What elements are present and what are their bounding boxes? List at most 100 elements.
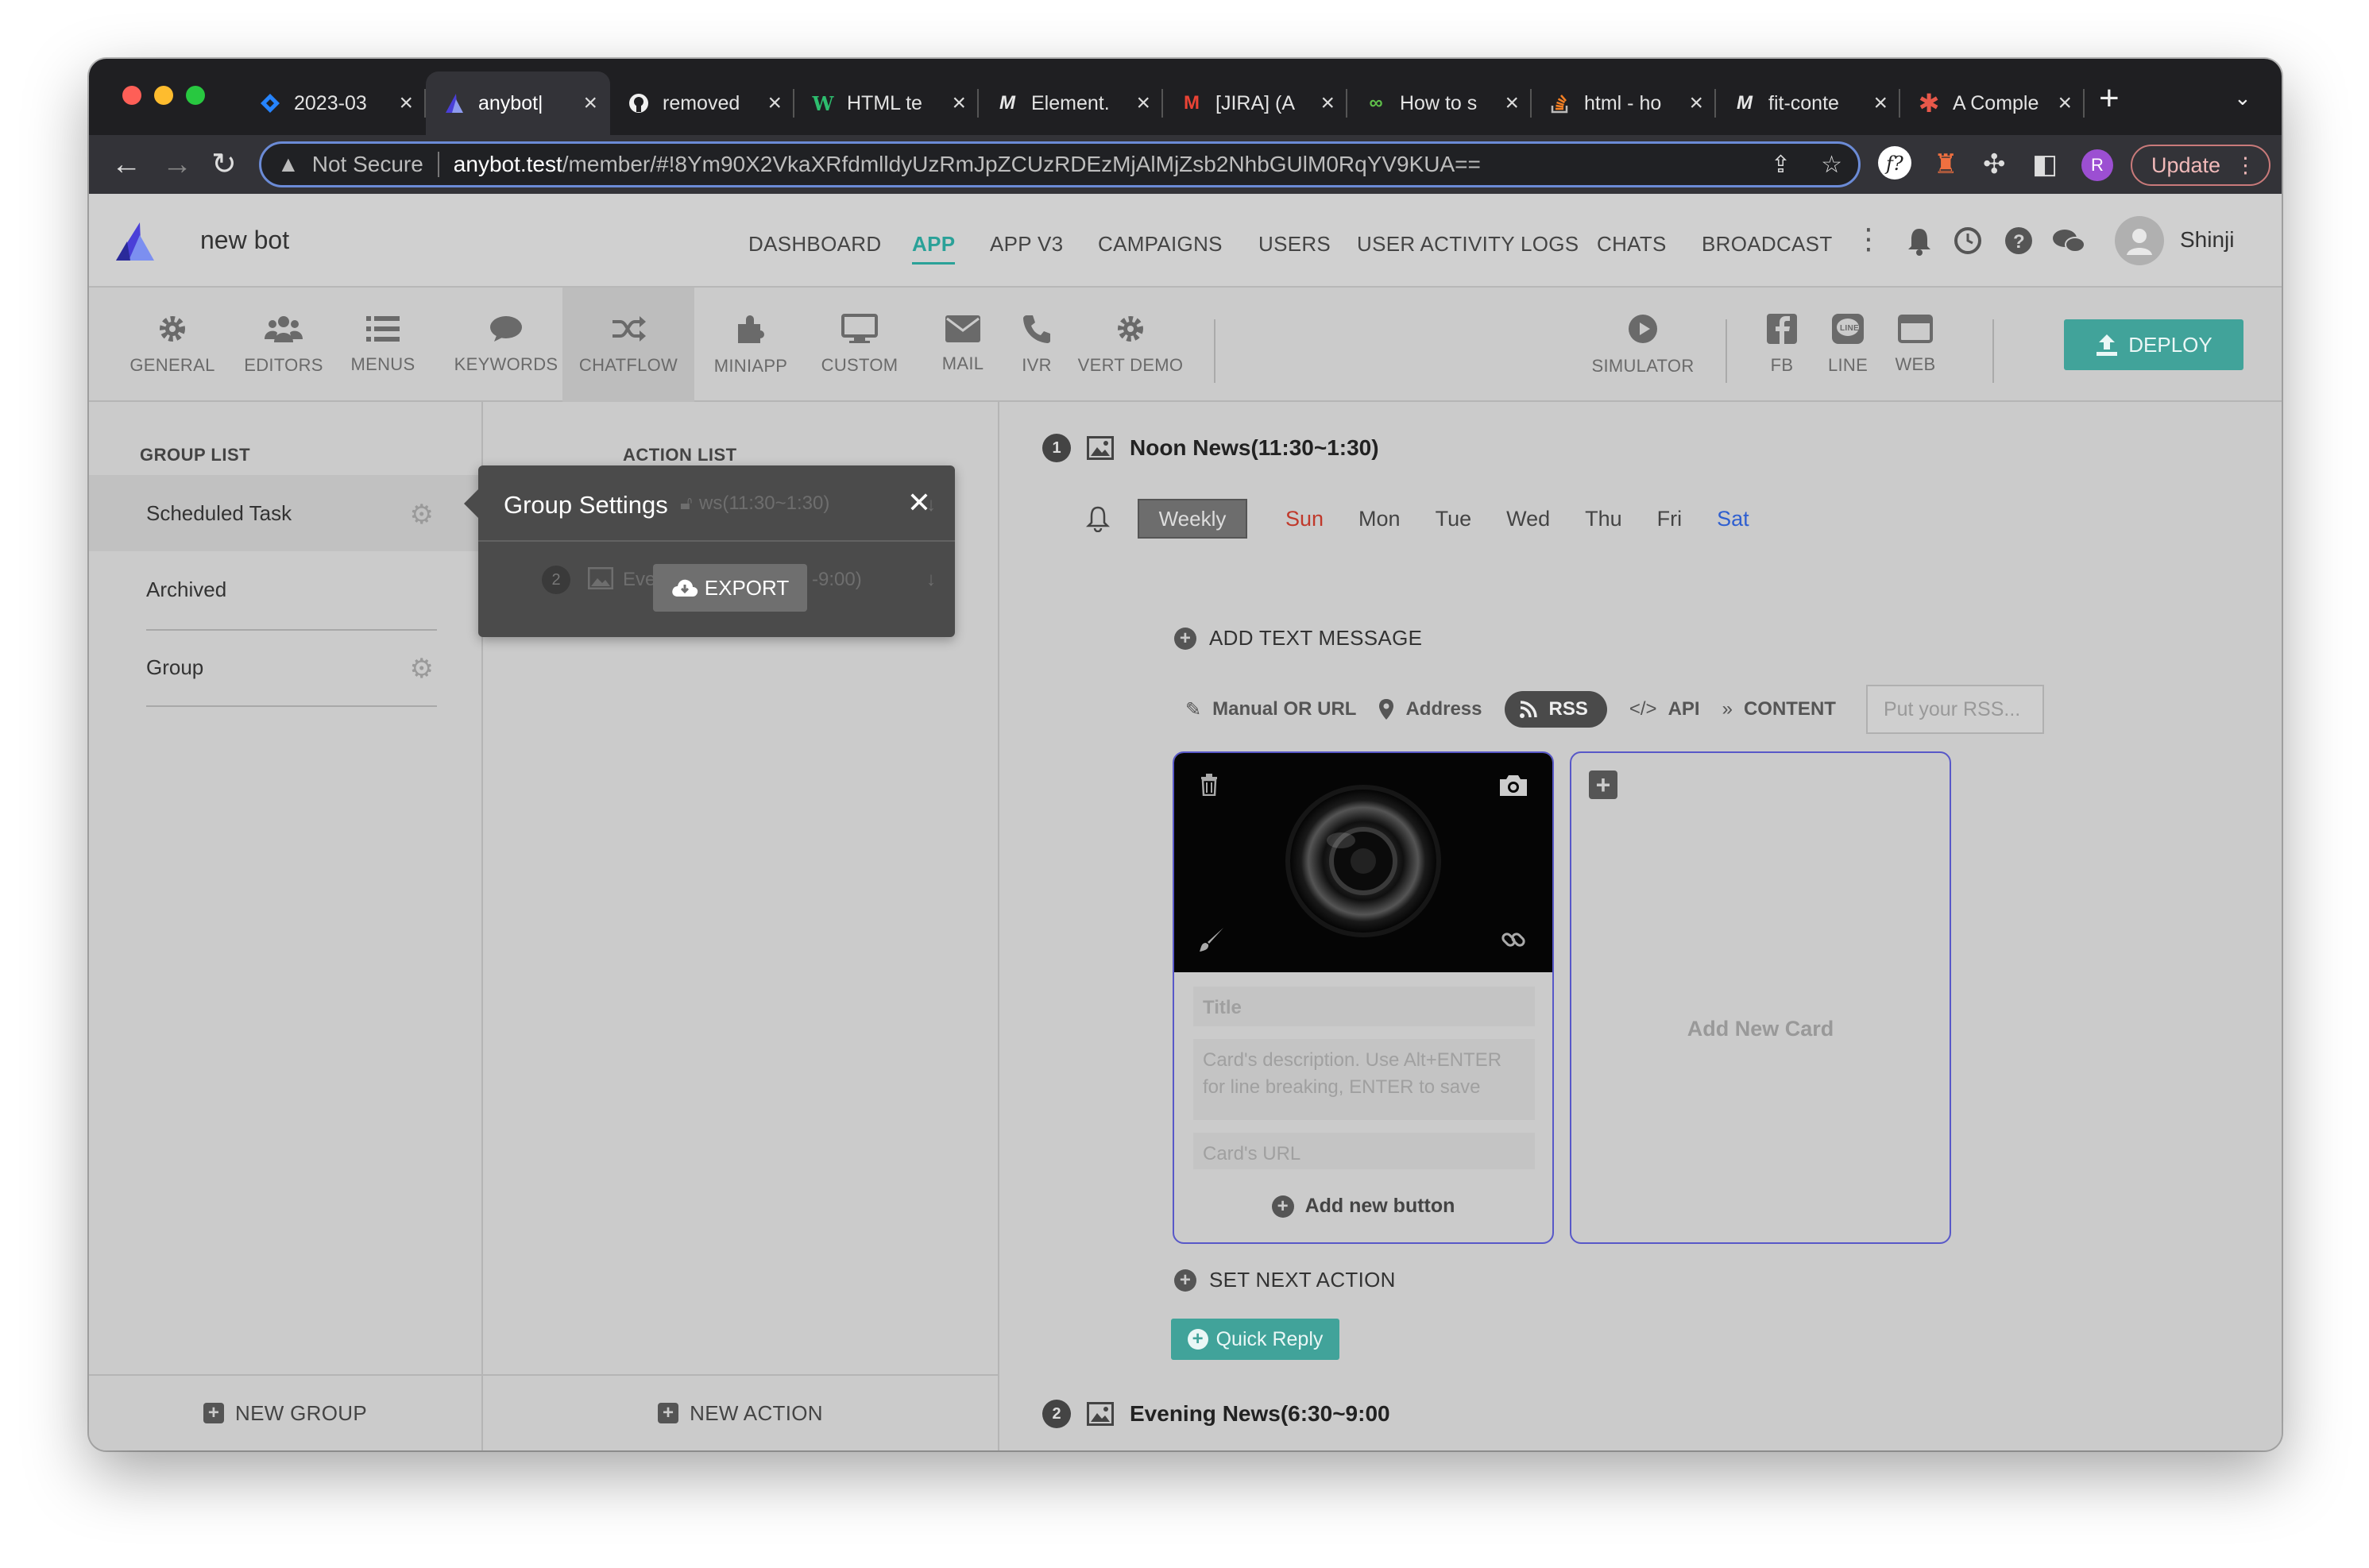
day-wed[interactable]: Wed [1506,507,1550,531]
source-content[interactable]: » CONTENT [1722,698,1836,720]
chat-bubbles-icon[interactable] [2051,227,2086,263]
anybot-logo-icon[interactable] [113,221,156,266]
day-thu[interactable]: Thu [1585,507,1622,531]
tool-simulator[interactable]: SIMULATOR [1579,288,1706,402]
tool-vert-demo[interactable]: VERT DEMO [1071,288,1190,402]
tool-editors[interactable]: EDITORS [240,288,327,402]
tool-fb[interactable]: FB [1762,288,1802,402]
source-rss[interactable]: RSS [1504,691,1607,728]
tool-keywords[interactable]: KEYWORDS [446,288,566,402]
minimize-window-button[interactable] [154,86,173,105]
weekly-toggle[interactable]: Weekly [1138,499,1247,539]
user-avatar[interactable] [2115,216,2164,265]
add-new-card[interactable]: + Add New Card [1570,751,1951,1244]
close-icon[interactable]: ✕ [907,486,931,519]
more-vertical-icon[interactable]: ⋮ [1854,222,1883,256]
gear-icon[interactable]: ⚙ [410,499,434,531]
trash-icon[interactable] [1200,774,1219,801]
close-tab-icon[interactable]: × [1136,90,1150,117]
puzzle-extensions-icon[interactable]: ✣ [1983,148,2006,181]
nav-app[interactable]: APP [912,232,956,265]
gear-icon[interactable]: ⚙ [410,653,434,685]
rss-url-input[interactable]: Put your RSS... [1865,685,2044,734]
bell-icon[interactable] [1085,505,1111,532]
browser-tab[interactable]: W HTML te × [794,71,979,135]
browser-tab-active[interactable]: anybot| × [426,71,610,135]
tool-general[interactable]: GENERAL [129,288,214,402]
tool-chatflow[interactable]: CHATFLOW [562,288,694,402]
address-bar[interactable]: ▲ Not Secure anybot.test/member/#!8Ym90X… [259,141,1861,187]
quick-reply-button[interactable]: + Quick Reply [1171,1319,1339,1360]
paintbrush-icon[interactable] [1198,926,1225,957]
help-icon[interactable]: ? [2004,226,2034,263]
action-header[interactable]: 1 Noon News(11:30~1:30) [1042,434,1379,462]
bookmark-star-icon[interactable]: ☆ [1821,151,1842,179]
fx-extension-icon[interactable]: f? [1876,145,1913,189]
new-action-button[interactable]: + NEW ACTION [483,1374,998,1450]
browser-tab[interactable]: 2023-03 × [242,71,426,135]
close-window-button[interactable] [122,86,141,105]
reload-icon[interactable]: ↻ [211,145,237,184]
day-mon[interactable]: Mon [1358,507,1401,531]
action-header[interactable]: 2 Evening News(6:30~9:00 [1042,1400,1390,1428]
new-tab-button[interactable]: + [2099,81,2120,116]
nav-broadcast[interactable]: BROADCAST [1702,232,1833,257]
card-url-input[interactable]: Card's URL [1193,1133,1535,1169]
sidebar-toggle-icon[interactable]: ◧ [2032,148,2058,181]
source-manual-url[interactable]: ✎ Manual OR URL [1185,698,1356,721]
browser-tab[interactable]: removed × [610,71,794,135]
browser-tab[interactable]: M [JIRA] (A × [1163,71,1347,135]
source-address[interactable]: Address [1378,698,1482,720]
close-tab-icon[interactable]: × [1505,90,1519,117]
day-sun[interactable]: Sun [1285,507,1324,531]
nav-users[interactable]: USERS [1258,232,1331,257]
tool-menus[interactable]: MENUS [343,288,423,402]
group-item-group[interactable]: Group ⚙ [89,629,483,705]
profile-avatar[interactable]: R [2081,149,2113,181]
clock-icon[interactable] [1953,226,1983,263]
tab-search-chevron-icon[interactable]: ⌄ [2234,86,2251,110]
maximize-window-button[interactable] [186,86,205,105]
add-text-message-button[interactable]: + ADD TEXT MESSAGE [1174,626,1422,651]
forward-arrow-icon[interactable]: → [162,145,192,184]
close-tab-icon[interactable]: × [952,90,966,117]
close-tab-icon[interactable]: × [767,90,782,117]
nav-campaigns[interactable]: CAMPAIGNS [1098,232,1223,257]
set-next-action-button[interactable]: + SET NEXT ACTION [1174,1268,1396,1292]
tool-mail[interactable]: MAIL [931,288,995,402]
link-chain-icon[interactable] [1500,926,1527,957]
user-name[interactable]: Shinji [2180,227,2234,253]
camera-icon[interactable] [1498,774,1528,801]
close-tab-icon[interactable]: × [1689,90,1703,117]
group-item-archived[interactable]: Archived [89,551,483,628]
nav-chats[interactable]: CHATS [1597,232,1667,257]
deploy-button[interactable]: DEPLOY [2064,319,2243,370]
browser-tab[interactable]: html - ho × [1532,71,1716,135]
source-api[interactable]: </> API [1629,698,1700,720]
browser-tab[interactable]: M Element. × [979,71,1163,135]
tool-ivr[interactable]: IVR [1011,288,1063,402]
extension-icon[interactable]: ♜ [1934,148,1957,181]
close-tab-icon[interactable]: × [583,90,597,117]
close-tab-icon[interactable]: × [1873,90,1888,117]
export-button[interactable]: EXPORT [653,564,807,612]
close-tab-icon[interactable]: × [399,90,413,117]
add-new-button[interactable]: + Add new button [1174,1195,1552,1218]
day-fri[interactable]: Fri [1657,507,1682,531]
close-tab-icon[interactable]: × [2058,90,2072,117]
browser-tab[interactable]: M fit-conte × [1716,71,1900,135]
group-item-scheduled-task[interactable]: Scheduled Task ⚙ [89,475,483,551]
share-icon[interactable]: ⇪ [1771,151,1791,179]
nav-dashboard[interactable]: DASHBOARD [748,232,881,257]
back-arrow-icon[interactable]: ← [111,145,141,184]
browser-tab[interactable]: ∞ How to s × [1347,71,1532,135]
new-group-button[interactable]: + NEW GROUP [89,1374,481,1450]
tool-custom[interactable]: CUSTOM [812,288,907,402]
card-description-input[interactable]: Card's description. Use Alt+ENTER for li… [1193,1039,1535,1120]
tool-miniapp[interactable]: MINIAPP [701,288,801,402]
card-title-input[interactable]: Title [1193,987,1535,1026]
bell-icon[interactable] [1903,226,1935,265]
card-image[interactable] [1174,753,1552,972]
tool-web[interactable]: WEB [1889,288,1942,402]
browser-tab[interactable]: ✱ A Comple × [1900,71,2085,135]
